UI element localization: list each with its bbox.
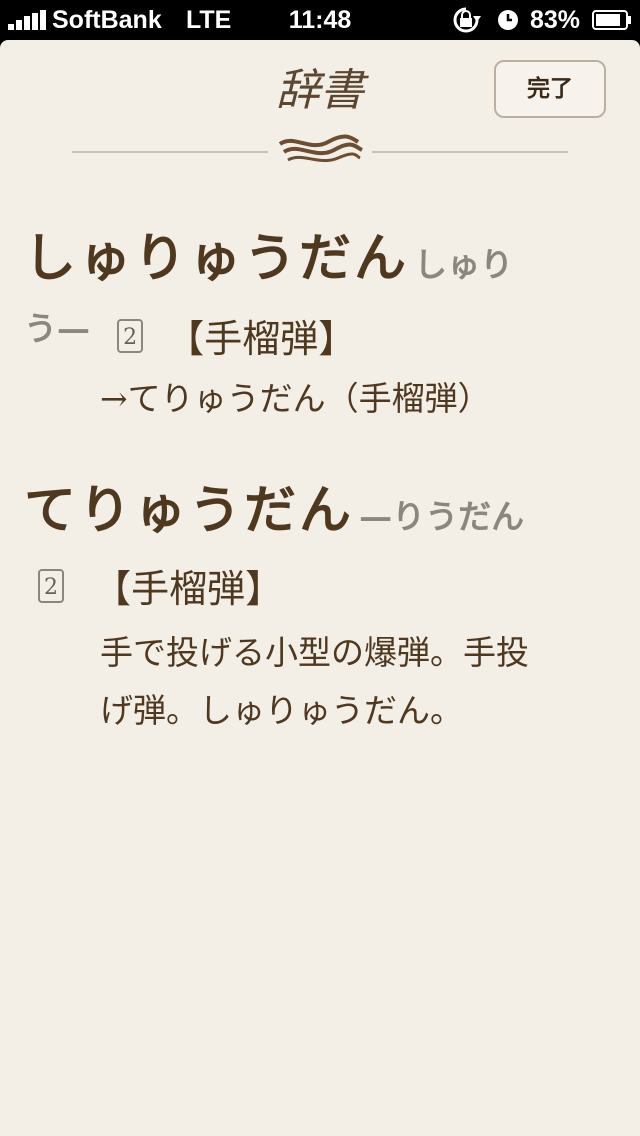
reading: しゅり bbox=[414, 245, 514, 284]
entry-meta-row: う— 2 【手榴弾】 bbox=[24, 302, 356, 363]
entry-headword-row: しゅりゅうだん しゅり bbox=[24, 216, 513, 291]
status-bar: SoftBank LTE 11:48 83% bbox=[0, 0, 640, 40]
battery-icon bbox=[592, 10, 631, 30]
kanji-notation: 【手榴弾】 bbox=[166, 317, 357, 361]
rotation-lock-icon bbox=[453, 7, 481, 33]
ornament-divider bbox=[72, 134, 568, 163]
accent-number-badge: 2 bbox=[38, 568, 64, 603]
kanji-notation: 【手榴弾】 bbox=[93, 567, 284, 611]
battery-percentage: 83% bbox=[530, 6, 581, 34]
reading: —りうだん bbox=[359, 497, 525, 536]
entry-headword-row: てりゅうだん —りうだん bbox=[24, 468, 524, 543]
accent-number-badge: 2 bbox=[117, 318, 144, 353]
dictionary-sheet: 辞書 完了 しゅりゅうだん しゅり う— 2 【手榴弾】 →てりゅうだん（手榴弾… bbox=[0, 40, 640, 1136]
headword: しゅりゅうだん bbox=[24, 228, 410, 289]
headword: てりゅうだん bbox=[24, 480, 355, 541]
definition-line: げ弾。しゅりゅうだん。 bbox=[100, 691, 463, 730]
definition-line: →てりゅうだん（手榴弾） bbox=[100, 379, 491, 418]
alarm-icon bbox=[498, 10, 518, 30]
reading-continued: う— bbox=[24, 309, 90, 348]
definition-line: 手で投げる小型の爆弾。手投 bbox=[100, 633, 529, 672]
done-button[interactable]: 完了 bbox=[494, 60, 606, 118]
entry-meta-row: 2 【手榴弾】 bbox=[38, 558, 283, 613]
